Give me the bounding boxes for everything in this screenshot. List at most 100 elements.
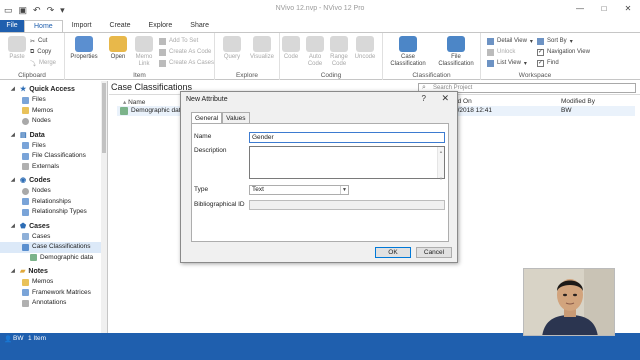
chevron-down-icon: ▾ — [569, 38, 573, 45]
coding-group: Code Auto Code Range Code Uncode Coding — [280, 33, 383, 80]
chevron-down-icon: ▼ — [340, 186, 348, 194]
bibliographical-id-label: Bibliographical ID — [194, 201, 245, 208]
memos-icon — [22, 278, 29, 286]
add-to-set-button[interactable]: Add To Set — [159, 37, 198, 45]
nav-section-data[interactable]: ◢ ▤ Data — [0, 130, 107, 141]
nav-scrollbar[interactable] — [101, 81, 107, 333]
expand-arrow-icon: ◢ — [11, 131, 15, 138]
column-header-name[interactable]: ▴ Name — [123, 98, 145, 106]
ribbon: Paste ✂ Cut ⧉ Copy ⤵ Merge Clipboard Proper… — [0, 32, 640, 80]
files-icon — [22, 142, 29, 150]
column-header-modified-by[interactable]: Modified By — [561, 98, 595, 105]
memo-link-icon — [135, 36, 153, 52]
tab-general[interactable]: General — [191, 112, 223, 123]
sort-indicator-icon: ▴ — [123, 99, 127, 106]
item-group-label: Item — [133, 72, 146, 79]
close-button[interactable]: ✕ — [616, 0, 640, 18]
ok-button[interactable]: OK — [375, 247, 411, 258]
clipboard-group: Paste ✂ Cut ⧉ Copy ⤵ Merge Clipboard — [0, 33, 65, 80]
nav-item-files[interactable]: Files — [0, 95, 107, 106]
paste-button[interactable]: Paste — [0, 36, 34, 61]
case-classification-button[interactable]: Case Classification — [385, 36, 431, 68]
explore-group: Query Visualize Explore — [215, 33, 280, 80]
nav-item-file-classifications[interactable]: File Classifications — [0, 151, 107, 162]
ribbon-tabs: File Home Import Create Explore Share — [0, 20, 640, 32]
nav-item-notes-memos[interactable]: Memos — [0, 277, 107, 288]
title-bar: ▭ ▣ ↶ ↷ ▾ NVivo 12.nvp - NVivo 12 Pro — … — [0, 0, 640, 20]
nav-item-data-files[interactable]: Files — [0, 141, 107, 152]
case-classifications-icon — [22, 243, 29, 251]
properties-icon — [75, 36, 93, 52]
nav-item-relationship-types[interactable]: Relationship Types — [0, 207, 107, 218]
properties-button[interactable]: Properties — [67, 36, 101, 61]
nav-item-externals[interactable]: Externals — [0, 162, 107, 173]
row-created-on: 7/2018 12:41 — [454, 107, 492, 114]
file-classification-button[interactable]: File Classification — [433, 36, 479, 68]
tab-share[interactable]: Share — [181, 20, 218, 32]
sort-by-button[interactable]: Sort By ▾ — [537, 37, 573, 45]
tab-create[interactable]: Create — [101, 20, 140, 32]
tab-home[interactable]: Home — [24, 20, 63, 32]
tab-import[interactable]: Import — [63, 20, 101, 32]
tab-file[interactable]: File — [0, 20, 24, 32]
files-icon — [22, 96, 29, 104]
unlock-icon — [487, 48, 494, 56]
tab-values[interactable]: Values — [222, 112, 250, 123]
visualize-icon — [253, 36, 271, 52]
minimize-button[interactable]: — — [568, 0, 592, 18]
merge-icon: ⤵ — [30, 61, 37, 68]
name-field[interactable]: Gender — [249, 132, 445, 143]
list-view-button[interactable]: List View ▾ — [487, 59, 527, 67]
create-as-code-button[interactable]: Create As Code — [159, 48, 211, 56]
uncode-button[interactable]: Uncode — [350, 36, 380, 61]
copy-icon: ⧉ — [30, 48, 35, 55]
detail-view-button[interactable]: Detail View ▾ — [487, 37, 533, 45]
type-select[interactable]: Text ▼ — [249, 185, 349, 195]
cases-item-icon — [22, 233, 29, 241]
nav-section-notes[interactable]: ◢ ▰ Notes — [0, 266, 107, 277]
help-button[interactable]: ? — [422, 94, 426, 103]
nav-item-annotations[interactable]: Annotations — [0, 298, 107, 309]
nav-scrollbar-thumb[interactable] — [102, 83, 106, 153]
nav-item-framework-matrices[interactable]: Framework Matrices — [0, 288, 107, 299]
query-button[interactable]: Query — [215, 36, 249, 61]
memo-link-button[interactable]: Memo Link — [131, 36, 157, 68]
nav-item-demographic-data[interactable]: Demographic data — [0, 253, 107, 264]
status-user: BW — [13, 335, 24, 342]
description-scrollbar[interactable]: ▲ ▼ — [437, 147, 444, 181]
find-checkbox[interactable]: ✓ Find — [537, 59, 559, 67]
tab-explore[interactable]: Explore — [140, 20, 182, 32]
nav-item-cases[interactable]: Cases — [0, 232, 107, 243]
nav-section-cases[interactable]: ◢ ⬟ Cases — [0, 221, 107, 232]
visualize-button[interactable]: Visualize — [245, 36, 279, 61]
classification-icon — [120, 107, 128, 115]
data-icon: ▤ — [20, 131, 27, 139]
range-code-button[interactable]: Range Code — [326, 36, 352, 68]
nav-item-relationships[interactable]: Relationships — [0, 197, 107, 208]
cut-button[interactable]: ✂ Cut — [30, 37, 47, 45]
expand-arrow-icon: ◢ — [11, 268, 15, 274]
nav-section-quick-access[interactable]: ◢ ★ Quick Access — [0, 84, 107, 95]
memos-icon — [22, 107, 29, 115]
navigation-view-checkbox[interactable]: ✓ Navigation View — [537, 48, 590, 56]
nav-section-codes[interactable]: ◢ ◉ Codes — [0, 175, 107, 186]
cancel-button[interactable]: Cancel — [416, 247, 452, 258]
bibliographical-id-field[interactable] — [249, 200, 445, 210]
nav-item-nodes[interactable]: Nodes — [0, 116, 107, 127]
open-button[interactable]: Open — [101, 36, 135, 61]
query-icon — [223, 36, 241, 52]
copy-button[interactable]: ⧉ Copy — [30, 48, 51, 56]
nav-item-codes-nodes[interactable]: Nodes — [0, 186, 107, 197]
maximize-button[interactable]: □ — [592, 0, 616, 18]
clipboard-group-label: Clipboard — [18, 72, 46, 79]
description-label: Description — [194, 147, 227, 154]
nav-item-case-classifications[interactable]: Case Classifications — [0, 242, 107, 253]
description-field[interactable]: ▲ ▼ — [249, 146, 445, 181]
unlock-button[interactable]: Unlock — [487, 48, 515, 56]
file-classifications-icon — [22, 152, 29, 160]
merge-button[interactable]: ⤵ Merge — [30, 59, 56, 68]
auto-code-button[interactable]: Auto Code — [302, 36, 328, 68]
create-as-cases-button[interactable]: Create As Cases — [159, 59, 214, 67]
nav-item-memos[interactable]: Memos — [0, 106, 107, 117]
dialog-close-button[interactable]: ✕ — [441, 93, 449, 104]
